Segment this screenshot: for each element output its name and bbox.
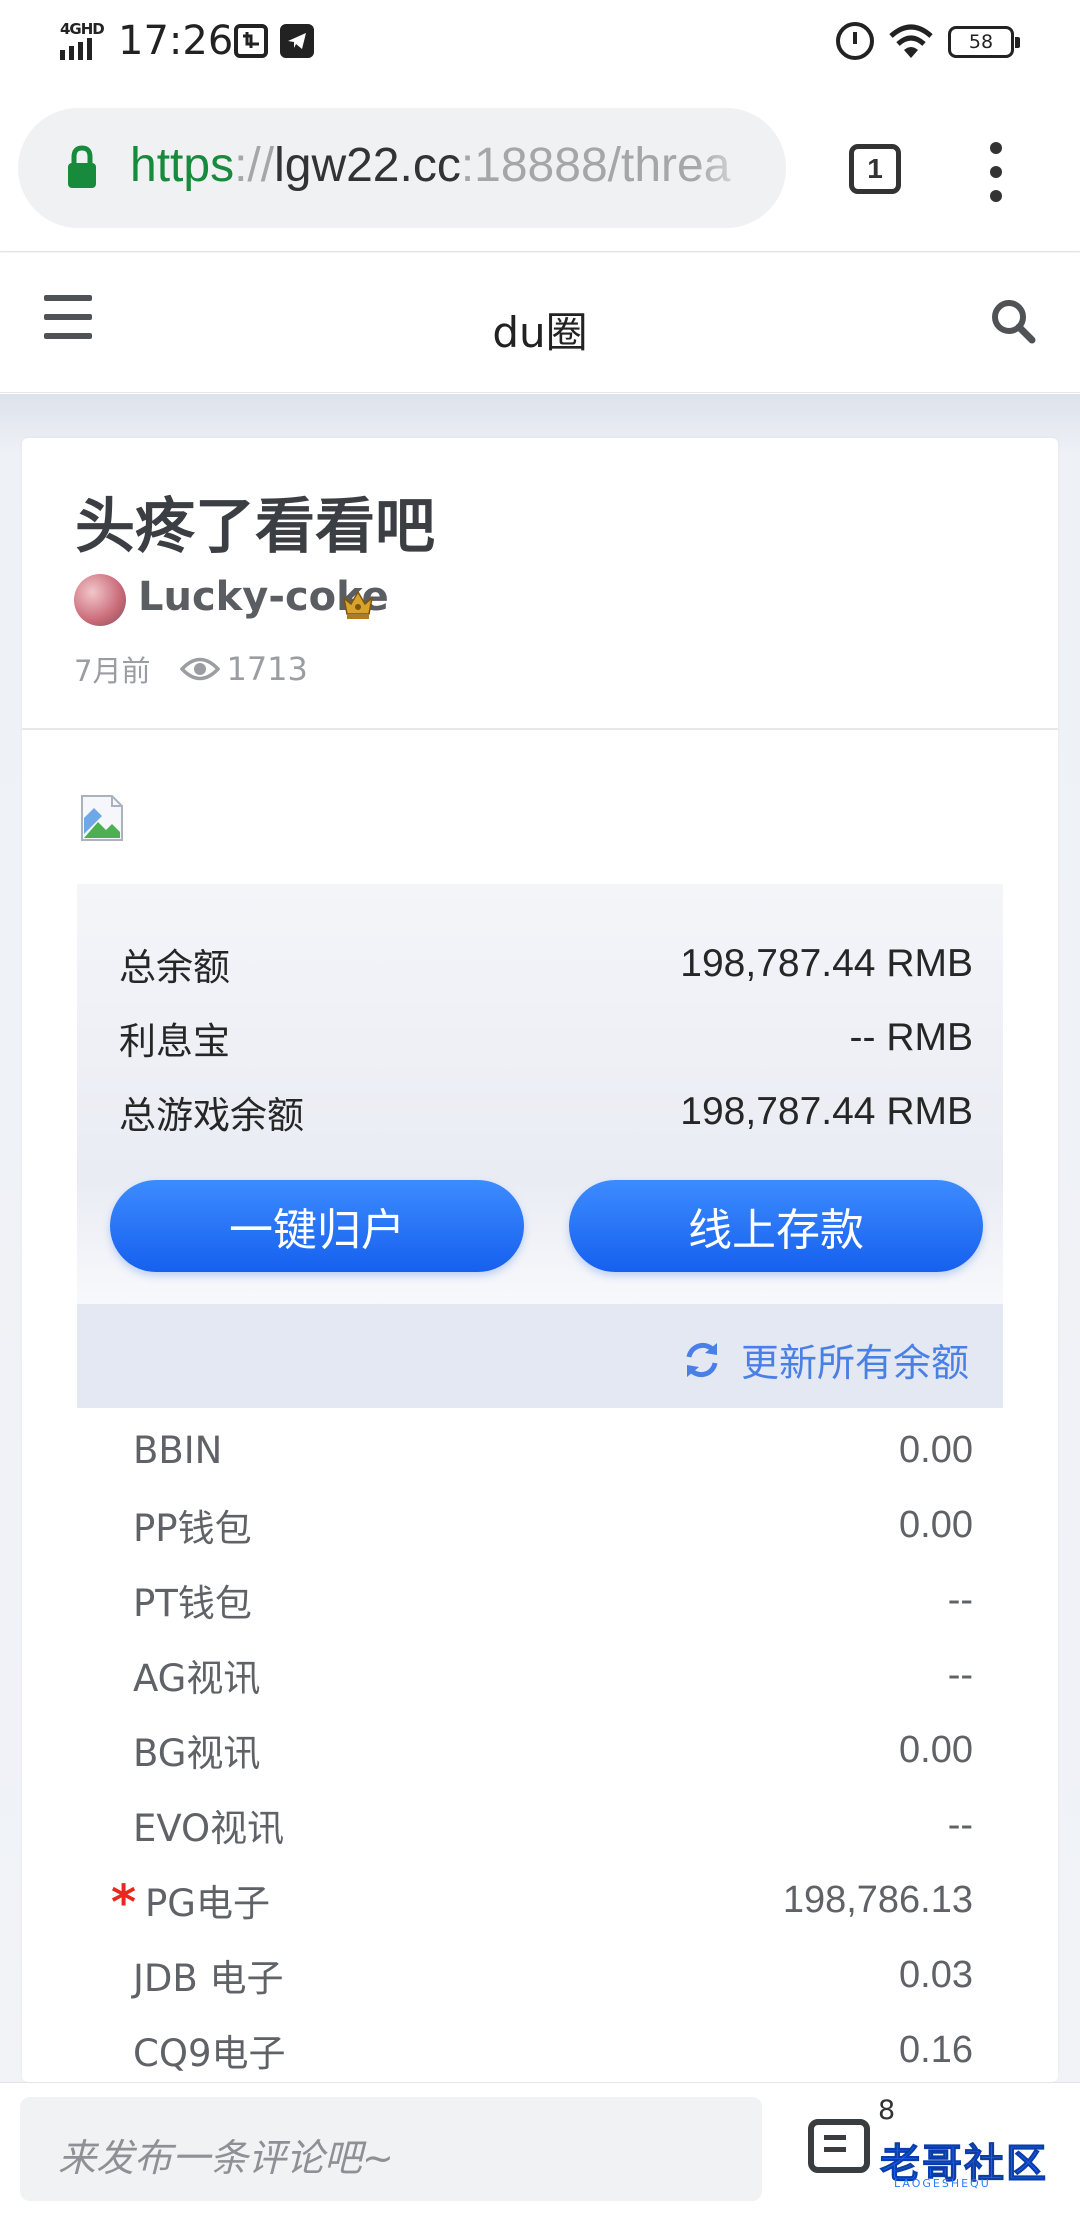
game-row-jdb: JDB 电子 0.03 <box>133 1953 973 2001</box>
game-row-pt: PT钱包 -- <box>133 1578 973 1626</box>
balance-row-total: 总余额 198,787.44 RMB <box>119 942 973 989</box>
eye-icon <box>180 657 221 681</box>
url-text: https://lgw22.cc:18888/threa <box>130 139 731 192</box>
view-count: 1713 <box>226 650 308 688</box>
network-type: 4GHD <box>60 20 105 38</box>
battery-icon: 58 <box>948 26 1020 58</box>
post-meta: 7月前 1713 <box>74 648 308 690</box>
game-row-cq9: CQ9电子 0.16 <box>133 2028 973 2076</box>
game-row-evo: EVO视讯 -- <box>133 1803 973 1851</box>
lock-icon <box>68 145 96 188</box>
comment-placeholder: 来发布一条评论吧~ <box>58 2136 394 2180</box>
game-row-bg: BG视讯 0.00 <box>133 1728 973 1776</box>
telegram-notification-icon <box>280 24 314 58</box>
balance-row-game-total: 总游戏余额 198,787.44 RMB <box>119 1090 973 1137</box>
highlight-star-icon: * <box>111 1875 137 1931</box>
divider <box>22 728 1058 730</box>
broken-image-icon <box>81 795 123 841</box>
collect-all-button[interactable]: 一键归户 <box>110 1180 524 1272</box>
comment-count: 8 <box>878 2095 896 2126</box>
tab-switcher-button[interactable]: 1 <box>849 144 901 194</box>
game-row-ag: AG视讯 -- <box>133 1653 973 1701</box>
battery-level: 58 <box>968 31 994 53</box>
alarm-icon <box>836 22 874 60</box>
signal-icon: 4GHD <box>58 20 108 60</box>
site-title: du圈 <box>492 308 588 357</box>
game-row-pp: PP钱包 0.00 <box>133 1503 973 1551</box>
wifi-icon <box>889 24 933 58</box>
site-header: du圈 <box>0 253 1080 393</box>
balance-row-interest: 利息宝 -- RMB <box>119 1016 973 1063</box>
comment-bar: 来发布一条评论吧~ 8 老哥社区 LAOGESHEQU <box>0 2082 1080 2214</box>
search-icon[interactable] <box>990 298 1038 346</box>
watermark-logo: 老哥社区 LAOGESHEQU <box>880 2141 1048 2191</box>
post-title: 头疼了看看吧 <box>75 492 435 562</box>
online-deposit-button[interactable]: 线上存款 <box>569 1180 983 1272</box>
wallet-screenshot: 总余额 198,787.44 RMB 利息宝 -- RMB 总游戏余额 198,787… <box>77 884 1003 2082</box>
refresh-balances-button[interactable]: 更新所有余额 <box>681 1332 969 1387</box>
tab-count: 1 <box>867 153 883 184</box>
game-row-pg: * PG电子 198,786.13 <box>111 1875 973 1931</box>
comment-input[interactable]: 来发布一条评论吧~ <box>20 2097 762 2201</box>
screenshot-notification-icon <box>234 24 268 58</box>
browser-toolbar: https://lgw22.cc:18888/threa 1 <box>0 88 1080 252</box>
status-bar: 4GHD 17:26 58 <box>0 0 1080 88</box>
crown-badge-icon <box>342 590 374 619</box>
browser-menu-icon[interactable] <box>984 142 1008 202</box>
post-time: 7月前 <box>74 654 151 688</box>
post-card: 头疼了看看吧 Lucky-coke 7月前 1713 总余额 198,787.44… <box>22 438 1058 2082</box>
refresh-bar: 更新所有余额 <box>77 1304 1003 1408</box>
avatar[interactable] <box>74 574 126 626</box>
game-row-bbin: BBIN 0.00 <box>133 1428 973 1472</box>
comment-icon[interactable] <box>808 2119 870 2173</box>
refresh-icon <box>686 1342 718 1377</box>
address-bar[interactable]: https://lgw22.cc:18888/threa <box>18 108 786 228</box>
clock: 17:26 <box>118 18 234 64</box>
